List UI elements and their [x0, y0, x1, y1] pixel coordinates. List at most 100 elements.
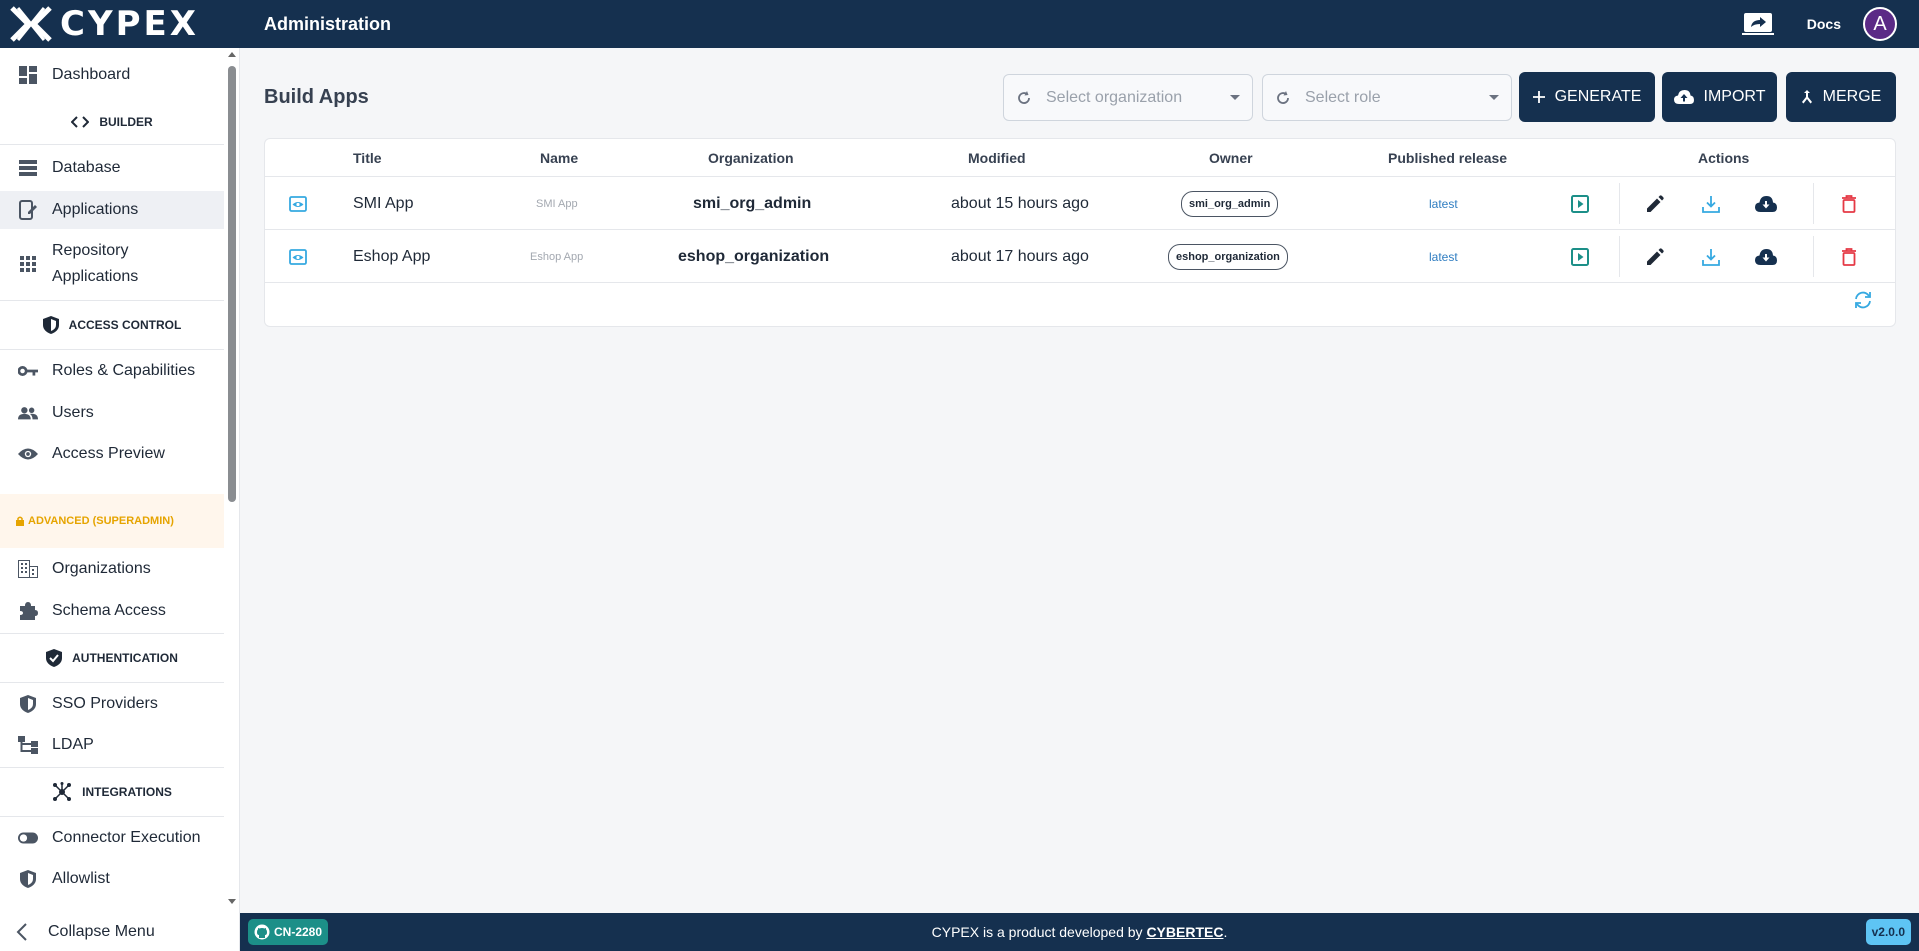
delete-app-button[interactable] [1841, 177, 1857, 230]
section-label: INTEGRATIONS [82, 785, 172, 799]
user-avatar[interactable]: A [1863, 7, 1897, 41]
sidebar-item-label: Database [52, 159, 121, 176]
cypex-logo[interactable]: CYPEX [0, 0, 240, 48]
shield-icon [42, 316, 59, 334]
grid-icon [18, 254, 38, 274]
sidebar-item-sso-providers[interactable]: SSO Providers [0, 685, 224, 723]
scroll-down-arrow[interactable] [228, 899, 236, 904]
scroll-thumb[interactable] [228, 66, 236, 502]
release-link[interactable]: latest [1429, 197, 1458, 211]
column-header-published-release[interactable]: Published release [1388, 150, 1507, 166]
generate-label: GENERATE [1554, 88, 1642, 105]
chevron-down-icon [1489, 95, 1499, 100]
column-header-modified[interactable]: Modified [968, 150, 1026, 166]
main-content: Build Apps Select organization Select ro… [240, 48, 1919, 913]
delete-app-button[interactable] [1841, 230, 1857, 283]
merge-button[interactable]: MERGE [1786, 72, 1896, 122]
download-app-button[interactable] [1702, 230, 1720, 283]
sidebar-item-organizations[interactable]: Organizations [0, 550, 224, 588]
plus-icon [1532, 91, 1545, 103]
sidebar-item-label: Connector Execution [52, 829, 201, 846]
share-screen-button[interactable] [1741, 11, 1775, 37]
section-label: ADVANCED (SUPERADMIN) [28, 515, 174, 527]
sidebar-item-database[interactable]: Database [0, 149, 224, 187]
cell-name: SMI App [536, 197, 578, 210]
select-organization-placeholder: Select organization [1046, 88, 1183, 106]
cell-modified: about 17 hours ago [951, 247, 1089, 265]
dashboard-icon [18, 65, 38, 85]
github-icon [254, 924, 270, 940]
shield-outline-icon [18, 694, 38, 714]
download-app-button[interactable] [1702, 177, 1720, 230]
release-link[interactable]: latest [1429, 250, 1458, 264]
cloud-download-button[interactable] [1755, 230, 1777, 283]
generate-button[interactable]: GENERATE [1519, 72, 1655, 122]
build-tag[interactable]: CN-2280 [248, 919, 329, 945]
play-box-icon [1571, 194, 1589, 213]
section-advanced: ADVANCED (SUPERADMIN) [0, 494, 224, 548]
chevron-down-icon [1230, 95, 1240, 100]
puzzle-icon [18, 601, 38, 621]
top-bar: CYPEX Administration Docs A [0, 0, 1919, 48]
cell-organization: eshop_organization [678, 247, 830, 265]
table-row: SMI App SMI App smi_org_admin about 15 h… [265, 177, 1895, 230]
trash-icon [1842, 247, 1856, 266]
sidebar-item-roles[interactable]: Roles & Capabilities [0, 352, 224, 390]
sidebar-item-connector-execution[interactable]: Connector Execution [0, 819, 224, 857]
pencil-icon [1647, 194, 1664, 212]
cloud-download-button[interactable] [1755, 177, 1777, 230]
refresh-icon[interactable] [1016, 90, 1032, 106]
column-header-organization[interactable]: Organization [708, 150, 794, 166]
refresh-table-button[interactable] [1853, 291, 1873, 314]
verified-shield-icon [46, 649, 63, 667]
sidebar-item-ldap[interactable]: LDAP [0, 726, 224, 764]
sidebar-item-users[interactable]: Users [0, 394, 224, 432]
footer-text-suffix: . [1223, 924, 1228, 940]
edit-app-button[interactable] [1646, 230, 1664, 283]
hub-icon [52, 782, 72, 802]
sidebar-item-repository-applications[interactable]: Repository Applications [0, 234, 224, 294]
preview-window-icon [289, 248, 307, 265]
column-header-actions: Actions [1698, 150, 1750, 166]
sidebar-item-applications[interactable]: Applications [0, 191, 224, 229]
launch-app-button[interactable] [1571, 230, 1589, 283]
preview-app-button[interactable] [289, 177, 307, 230]
sidebar-item-dashboard[interactable]: Dashboard [0, 56, 224, 94]
shield-check-icon [18, 869, 38, 889]
section-authentication: AUTHENTICATION [0, 633, 224, 683]
eye-icon [18, 444, 38, 464]
merge-label: MERGE [1822, 88, 1882, 105]
import-button[interactable]: IMPORT [1662, 72, 1777, 122]
sidebar-item-allowlist[interactable]: Allowlist [0, 860, 224, 898]
cybertec-link[interactable]: CYBERTEC [1146, 924, 1223, 940]
section-builder: BUILDER [0, 99, 224, 145]
column-header-name[interactable]: Name [540, 150, 578, 166]
sidebar-item-label: SSO Providers [52, 695, 158, 712]
cloud-upload-icon [1673, 90, 1694, 104]
import-label: IMPORT [1703, 88, 1766, 105]
edit-app-button[interactable] [1646, 177, 1664, 230]
column-header-owner[interactable]: Owner [1209, 150, 1253, 166]
select-organization[interactable]: Select organization [1003, 74, 1253, 121]
footer: CN-2280 CYPEX is a product developed by … [240, 913, 1919, 951]
preview-app-button[interactable] [289, 230, 307, 283]
collapse-menu-label: Collapse Menu [48, 922, 155, 940]
sidebar-item-schema-access[interactable]: Schema Access [0, 592, 224, 630]
select-role[interactable]: Select role [1262, 74, 1512, 121]
docs-link[interactable]: Docs [1807, 16, 1841, 32]
sidebar-item-label: Applications [52, 268, 139, 285]
users-icon [18, 403, 38, 423]
cell-title: SMI App [353, 194, 414, 212]
launch-app-button[interactable] [1571, 177, 1589, 230]
section-label: AUTHENTICATION [72, 651, 178, 665]
sidebar-scrollbar[interactable] [227, 52, 237, 904]
scroll-up-arrow[interactable] [228, 52, 236, 57]
table-row: Eshop App Eshop App eshop_organization a… [265, 230, 1895, 283]
refresh-icon[interactable] [1275, 90, 1291, 106]
trash-icon [1842, 194, 1856, 213]
logo-text: CYPEX [60, 4, 199, 44]
column-header-title[interactable]: Title [353, 150, 382, 166]
sidebar-item-access-preview[interactable]: Access Preview [0, 435, 224, 473]
cell-modified: about 15 hours ago [951, 194, 1089, 212]
collapse-menu-button[interactable]: Collapse Menu [0, 912, 240, 951]
